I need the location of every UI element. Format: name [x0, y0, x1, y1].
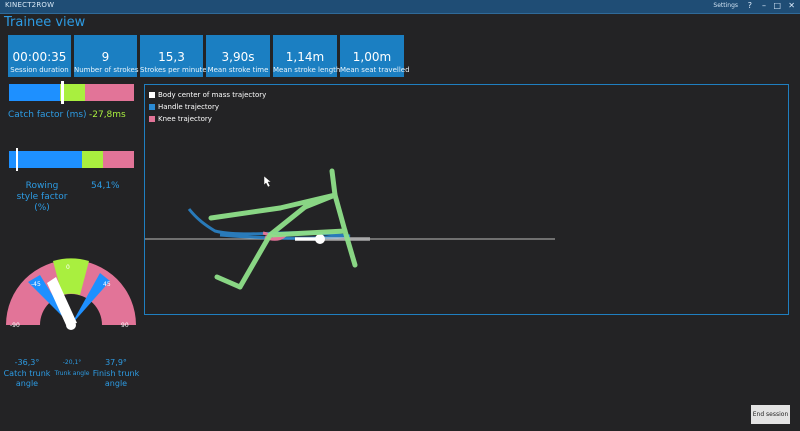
- catch-angle-value: -36,3°: [14, 358, 40, 367]
- trajectory-canvas: [145, 168, 555, 290]
- stat-label: Number of strokes: [74, 66, 139, 74]
- catch-angle-label: Catch trunk angle: [3, 369, 51, 388]
- title-bar: KINECT2ROW Settings ? – □ ✕: [0, 0, 800, 14]
- rower-skeleton: [208, 168, 358, 290]
- catch-factor-bar: [9, 81, 134, 104]
- stat-label: Strokes per minute: [140, 66, 207, 74]
- app-title: KINECT2ROW: [5, 1, 55, 9]
- stat-mean-seat-travelled: 1,00m Mean seat travelled: [340, 35, 410, 77]
- foot: [214, 274, 243, 290]
- stat-strokes-per-minute: 15,3 Strokes per minute: [140, 35, 207, 77]
- upper-arm: [208, 205, 283, 221]
- catch-factor-value: -27,8ms: [89, 110, 126, 120]
- gauge-tick-max: 90: [121, 322, 129, 329]
- bar-segment-blue: [9, 151, 82, 168]
- bar-segment-green: [82, 151, 103, 168]
- end-session-button[interactable]: End session: [751, 405, 790, 424]
- bar-segment-pink: [103, 151, 134, 168]
- stat-session-duration: 00:00:35 Session duration: [8, 35, 71, 77]
- stat-value: 1,14m: [285, 50, 325, 64]
- trajectory-panel: Body center of mass trajectory Handle tr…: [144, 84, 789, 315]
- close-button[interactable]: ✕: [788, 1, 795, 11]
- catch-factor-label: Catch factor (ms): [8, 110, 87, 120]
- settings-link[interactable]: Settings: [713, 2, 738, 9]
- stat-label: Session duration: [10, 66, 69, 74]
- com-point: [315, 234, 325, 244]
- stat-label: Mean stroke time: [207, 66, 269, 74]
- stat-mean-stroke-length: 1,14m Mean stroke length: [273, 35, 341, 77]
- gauge-tick-neg45: -45: [31, 281, 41, 288]
- page-title: Trainee view: [4, 15, 86, 30]
- stat-value: 3,90s: [221, 50, 255, 64]
- stat-value: 1,00m: [352, 50, 392, 64]
- stat-mean-stroke-time: 3,90s Mean stroke time: [206, 35, 270, 77]
- rowing-style-label: Rowing style factor (%): [16, 181, 68, 213]
- gauge-tick-45: 45: [103, 281, 111, 288]
- stat-label: Mean seat travelled: [340, 66, 410, 74]
- rowing-style-bar: [9, 148, 134, 171]
- help-button[interactable]: ?: [748, 1, 752, 11]
- bar-segment-blue: [9, 84, 60, 101]
- stat-number-of-strokes: 9 Number of strokes: [74, 35, 139, 77]
- maximize-button[interactable]: □: [773, 1, 781, 11]
- mouse-cursor-icon: [263, 175, 272, 188]
- finish-angle-value: 37,9°: [105, 358, 127, 367]
- shin: [237, 232, 273, 290]
- rowing-style-value: 54,1%: [91, 181, 120, 191]
- catch-factor-marker: [61, 81, 64, 104]
- gauge-tick-min: -90: [10, 322, 20, 329]
- bar-segment-pink: [85, 84, 134, 101]
- minimize-button[interactable]: –: [762, 1, 766, 11]
- trunk-angle-label: Trunk angle: [54, 370, 90, 377]
- gauge-tick-0: 0: [66, 264, 70, 271]
- finish-angle-label: Finish trunk angle: [92, 369, 140, 388]
- trunk-angle-value: -20,1°: [62, 359, 82, 366]
- spine: [332, 192, 348, 234]
- stat-label: Mean stroke length: [273, 66, 341, 74]
- stat-value: 00:00:35: [12, 50, 67, 64]
- head-segment: [329, 168, 338, 198]
- stat-value: 9: [101, 50, 110, 64]
- needle-hub: [66, 320, 76, 330]
- rowing-style-marker: [16, 148, 18, 171]
- stat-value: 15,3: [158, 50, 185, 64]
